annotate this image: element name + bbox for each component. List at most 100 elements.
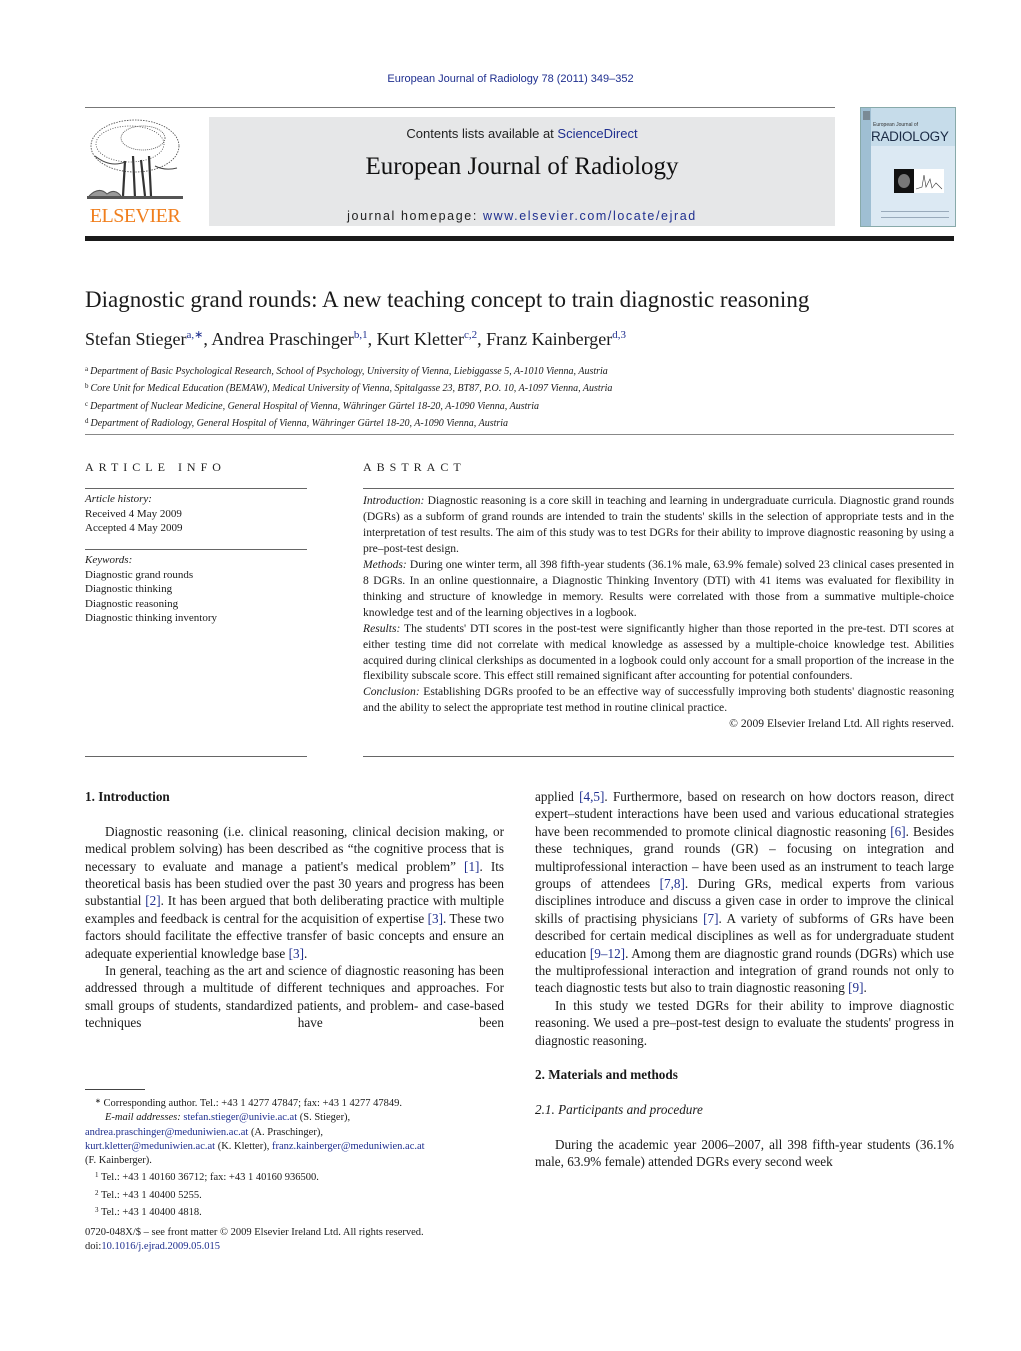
citation-link[interactable]: [3] <box>289 946 304 961</box>
citation-link[interactable]: [2] <box>145 893 160 908</box>
paragraph: During the academic year 2006–2007, all … <box>535 1137 954 1170</box>
footnote-emails-cont: kurt.kletter@meduniwien.ac.at (K. Klette… <box>85 1140 425 1152</box>
author-name: Stefan Stieger <box>85 329 187 349</box>
abstract-conclusion: Conclusion: Establishing DGRs proofed to… <box>363 685 954 715</box>
journal-citation[interactable]: European Journal of Radiology 78 (2011) … <box>0 73 1021 85</box>
journal-header-band: Contents lists available at ScienceDirec… <box>209 117 835 226</box>
contents-prefix: Contents lists available at <box>406 126 558 141</box>
keyword: Diagnostic reasoning <box>85 597 179 610</box>
subsection-heading: 2.1. Participants and procedure <box>535 1102 703 1118</box>
paragraph-continuation: applied [4,5]. Furthermore, based on res… <box>535 789 954 996</box>
divider <box>85 549 307 550</box>
article-history: Article history: Received 4 May 2009 Acc… <box>85 492 182 536</box>
citation-link[interactable]: [7] <box>703 911 718 926</box>
elsevier-wordmark: ELSEVIER <box>89 205 181 227</box>
email-link[interactable]: kurt.kletter@meduniwien.ac.at <box>85 1141 215 1152</box>
paragraph: Diagnostic reasoning (i.e. clinical reas… <box>85 823 505 961</box>
cover-line <box>881 211 949 212</box>
homepage-line: journal homepage: www.elsevier.com/locat… <box>209 209 835 223</box>
accepted-date: Accepted 4 May 2009 <box>85 522 183 534</box>
history-label: Article history: <box>85 493 152 505</box>
cover-big-title: RADIOLOGY <box>871 129 949 144</box>
affiliations: a Department of Basic Psychological Resea… <box>85 362 612 431</box>
doi-link[interactable]: 10.1016/j.ejrad.2009.05.015 <box>101 1241 220 1252</box>
cover-elsevier-mini-logo <box>863 111 870 120</box>
abstract-results: Results: The students' DTI scores in the… <box>363 621 954 683</box>
citation-link[interactable]: [7,8] <box>660 876 685 891</box>
section-heading: 2. Materials and methods <box>535 1067 678 1083</box>
abstract-copyright: © 2009 Elsevier Ireland Ltd. All rights … <box>729 717 954 731</box>
section-heading: 1. Introduction <box>85 789 170 804</box>
received-date: Received 4 May 2009 <box>85 507 182 520</box>
doi-line: doi:10.1016/j.ejrad.2009.05.015 <box>85 1241 221 1253</box>
footnote: 2 Tel.: +43 1 40400 5255. <box>95 1188 202 1201</box>
journal-title: European Journal of Radiology <box>365 153 679 180</box>
affiliation: b Core Unit for Medical Education (BEMAW)… <box>85 382 613 395</box>
keywords-label: Keywords: <box>85 554 133 566</box>
email-link[interactable]: andrea.praschinger@meduniwien.ac.at <box>85 1127 248 1138</box>
author-marks[interactable]: c,2 <box>464 329 477 341</box>
divider <box>85 488 307 489</box>
homepage-link[interactable]: www.elsevier.com/locate/ejrad <box>483 209 697 223</box>
keyword: Diagnostic grand rounds <box>85 568 194 581</box>
citation-link[interactable]: [9–12] <box>590 946 625 961</box>
author-marks[interactable]: a,∗ <box>186 329 203 341</box>
footnote: 3 Tel.: +43 1 40400 4818. <box>95 1206 202 1219</box>
email-link[interactable]: franz.kainberger@meduniwien.ac.at <box>272 1141 425 1152</box>
author-list: Stefan Stiegera,∗, Andrea Praschingerb,1… <box>85 329 627 349</box>
abstract-methods: Methods: During one winter term, all 398… <box>363 557 954 619</box>
affiliation: a Department of Basic Psychological Resea… <box>85 365 608 377</box>
paragraph: In this study we tested DGRs for their a… <box>535 997 954 1048</box>
divider <box>363 488 954 489</box>
divider <box>85 434 954 435</box>
abstract-introduction: Introduction: Diagnostic reasoning is a … <box>363 494 954 555</box>
citation-link[interactable]: [9] <box>848 980 863 995</box>
cover-line <box>881 217 949 218</box>
citation-link[interactable]: [6] <box>890 824 905 839</box>
divider <box>363 756 954 757</box>
cover-graph-image <box>914 169 944 193</box>
header-top-rule <box>85 107 835 108</box>
article-info-heading: ARTICLE INFO <box>85 460 226 474</box>
citation-link[interactable]: [1] <box>464 859 479 874</box>
elsevier-tree-icon <box>87 119 183 199</box>
abstract-heading: ABSTRACT <box>363 460 466 474</box>
affiliation: d Department of Radiology, General Hospit… <box>85 416 509 429</box>
homepage-prefix: journal homepage: <box>347 209 483 223</box>
journal-cover-thumbnail[interactable]: European Journal of RADIOLOGY <box>860 107 956 227</box>
keyword: Diagnostic thinking <box>85 583 173 595</box>
footnote-emails: E-mail addresses: stefan.stieger@univie.… <box>105 1112 351 1124</box>
email-link[interactable]: stefan.stieger@univie.ac.at <box>183 1112 297 1123</box>
author-name: Andrea Praschinger <box>211 329 354 349</box>
footnote-emails-cont: (F. Kainberger). <box>85 1155 152 1167</box>
author-name: Kurt Kletter <box>376 329 465 349</box>
front-matter-line: 0720-048X/$ – see front matter © 2009 El… <box>85 1227 424 1238</box>
citation-link[interactable]: [4,5] <box>579 789 604 804</box>
body-column-right: applied [4,5]. Furthermore, based on res… <box>535 788 954 1171</box>
front-matter: 0720-048X/$ – see front matter © 2009 El… <box>85 1226 424 1255</box>
author-name: Franz Kainberger <box>486 329 613 349</box>
header-heavy-rule <box>85 236 954 241</box>
body-column-left: 1. Introduction Diagnostic reasoning (i.… <box>85 788 504 1032</box>
sciencedirect-link[interactable]: ScienceDirect <box>557 126 637 141</box>
footnote-rule <box>85 1089 145 1090</box>
footnote-corresponding: ∗ Corresponding author. Tel.: +43 1 4277… <box>95 1097 402 1109</box>
cover-small-title: European Journal of <box>873 122 919 128</box>
paragraph: In general, teaching as the art and scie… <box>85 963 504 1031</box>
footnotes: ∗ Corresponding author. Tel.: +43 1 4277… <box>85 1094 515 1220</box>
divider <box>85 756 307 757</box>
elsevier-logo: ELSEVIER <box>85 116 185 228</box>
article-title: Diagnostic grand rounds: A new teaching … <box>85 287 810 312</box>
keywords: Keywords: Diagnostic grand rounds Diagno… <box>85 553 217 626</box>
author-marks[interactable]: d,3 <box>612 329 626 341</box>
contents-line: Contents lists available at ScienceDirec… <box>209 126 835 141</box>
citation-link[interactable]: [3] <box>428 911 443 926</box>
cover-brain-image <box>894 169 914 193</box>
author-marks[interactable]: b,1 <box>354 329 368 341</box>
abstract-body: Introduction: Diagnostic reasoning is a … <box>363 493 954 732</box>
cover-spine-strip <box>861 108 871 226</box>
keyword: Diagnostic thinking inventory <box>85 612 217 624</box>
footnote: 1 Tel.: +43 1 40160 36712; fax: +43 1 40… <box>95 1171 319 1184</box>
footnote-emails-cont: andrea.praschinger@meduniwien.ac.at (A. … <box>85 1126 323 1138</box>
affiliation: c Department of Nuclear Medicine, General… <box>85 399 540 412</box>
